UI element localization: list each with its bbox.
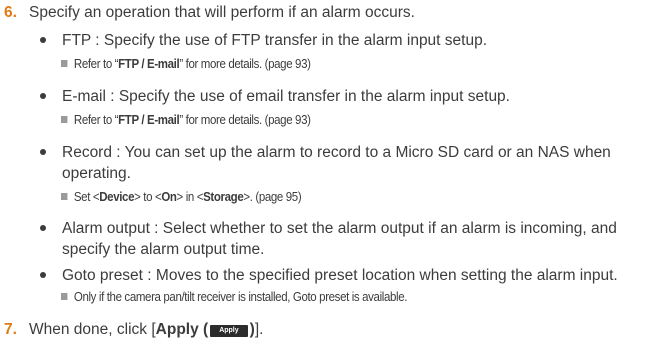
bullet-dot xyxy=(40,149,46,155)
note-text: > to < xyxy=(134,190,162,204)
step-text: When done, click [ xyxy=(29,321,156,338)
note-email: Refer to “FTP / E-mail” for more details… xyxy=(61,112,311,128)
step-7: 7. When done, click [Apply (Apply)]. xyxy=(4,320,263,340)
step-bold-text: Apply ( xyxy=(155,321,209,338)
bullet-dot xyxy=(40,37,46,43)
note-text: ” for more details. (page 93) xyxy=(179,113,311,127)
bullet-text: E-mail : Specify the use of email transf… xyxy=(62,88,510,105)
note-text: Refer to “ xyxy=(73,57,119,71)
note-text: Set < xyxy=(73,190,100,204)
note-bold-text: FTP / E-mail xyxy=(118,113,180,127)
note-bold-text: On xyxy=(161,190,177,204)
manual-page: 6. Specify an operation that will perform… xyxy=(0,0,669,352)
bullet-text: FTP : Specify the use of FTP transfer in… xyxy=(62,32,488,49)
note-bold-text: FTP / E-mail xyxy=(118,57,180,71)
note-square-icon xyxy=(61,193,68,200)
bullet-alarm-output: Alarm output : Select whether to set the… xyxy=(40,218,668,260)
note-bold-text: Device xyxy=(99,190,135,204)
bullet-text: Goto preset : Moves to the specified pre… xyxy=(62,267,618,284)
note-text: Only if the camera pan/tilt receiver is … xyxy=(73,290,408,304)
bullet-text: Alarm output : Select whether to set the… xyxy=(62,220,617,258)
note-record: Set <Device> to <On> in <Storage>. (page… xyxy=(61,189,302,205)
bullet-dot xyxy=(40,93,46,99)
step-text: Specify an operation that will perform i… xyxy=(29,4,415,21)
note-square-icon xyxy=(61,60,68,67)
note-text: >. (page 95) xyxy=(243,190,302,204)
note-ftp: Refer to “FTP / E-mail” for more details… xyxy=(61,56,311,72)
note-text: > in < xyxy=(176,190,204,204)
step-number: 6. xyxy=(4,4,17,21)
note-square-icon xyxy=(61,293,68,300)
note-square-icon xyxy=(61,116,68,123)
note-text: ” for more details. (page 93) xyxy=(179,57,311,71)
note-goto: Only if the camera pan/tilt receiver is … xyxy=(61,289,407,305)
step-text: ]. xyxy=(254,321,264,338)
note-text: Refer to “ xyxy=(73,113,119,127)
bullet-email: E-mail : Specify the use of email transf… xyxy=(40,86,668,107)
bullet-dot xyxy=(40,225,46,231)
step-number: 7. xyxy=(4,321,17,338)
note-bold-text: Storage xyxy=(203,190,244,204)
step-6: 6. Specify an operation that will perform… xyxy=(4,3,415,23)
bullet-text: Record : You can set up the alarm to rec… xyxy=(62,144,611,182)
apply-button[interactable]: Apply xyxy=(210,325,248,337)
bullet-record: Record : You can set up the alarm to rec… xyxy=(40,142,668,184)
bullet-ftp: FTP : Specify the use of FTP transfer in… xyxy=(40,30,668,51)
bullet-goto-preset: Goto preset : Moves to the specified pre… xyxy=(40,265,668,286)
bullet-dot xyxy=(40,272,46,278)
